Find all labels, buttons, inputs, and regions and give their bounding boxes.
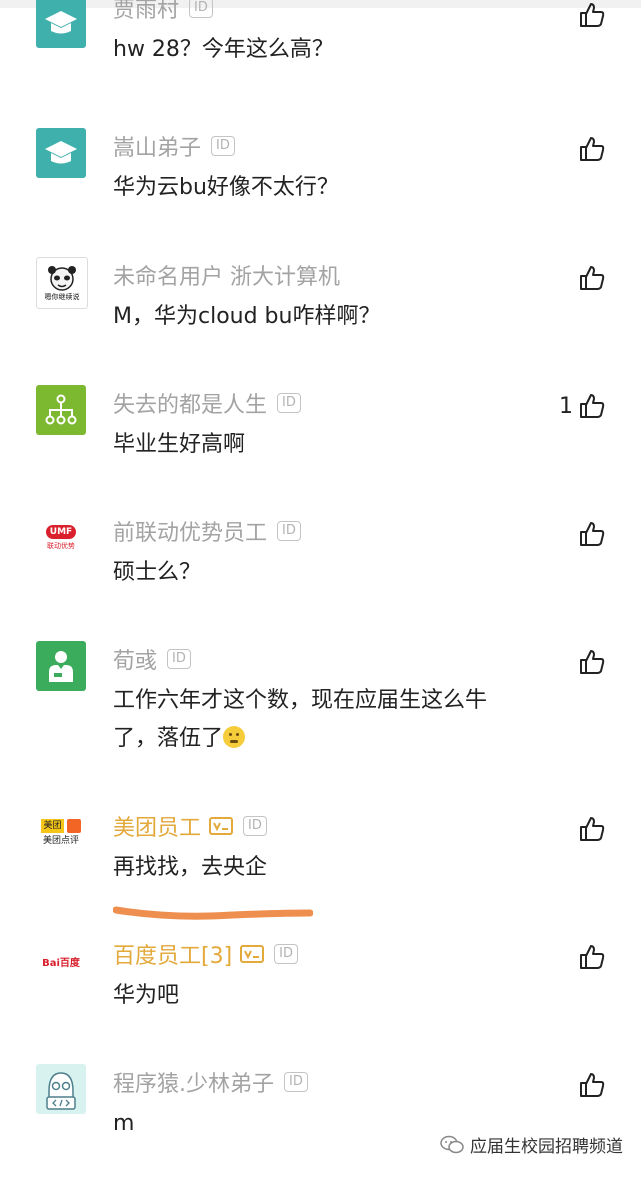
highlight-underline — [113, 906, 313, 920]
org-chart-icon — [45, 394, 77, 425]
crying-emoji-icon — [223, 726, 246, 748]
like-button[interactable] — [579, 649, 605, 675]
user-avatar[interactable] — [36, 0, 86, 48]
user-avatar[interactable]: 嗯你继续说 — [36, 257, 88, 309]
username[interactable]: 百度员工[3] — [113, 938, 232, 970]
id-badge: ID — [189, 0, 213, 18]
thumbs-up-icon — [580, 650, 605, 674]
username[interactable]: 前联动优势员工 — [113, 515, 267, 547]
like-button[interactable] — [579, 1072, 605, 1098]
comment-text: 华为云bu好像不太行？ — [113, 175, 339, 200]
like-button[interactable] — [579, 521, 605, 547]
id-badge: ID — [277, 393, 301, 413]
thumbs-up-icon — [580, 266, 605, 290]
comment-text-line: 了，落伍了 — [113, 726, 224, 751]
username[interactable]: 美团员工 — [113, 810, 201, 842]
username[interactable]: 未命名用户 浙大计算机 — [113, 259, 340, 291]
meituan-logo: 美团 — [41, 819, 64, 833]
user-avatar[interactable] — [36, 1064, 86, 1114]
thumbs-up-icon — [580, 3, 605, 27]
thumbs-up-icon — [580, 817, 605, 841]
comment-text-line: 工作六年才这个数，现在应届生这么牛 — [113, 688, 488, 713]
comment-text: 工作六年才这个数，现在应届生这么牛 了，落伍了 — [113, 682, 533, 758]
programmer-icon — [46, 1072, 76, 1110]
baidu-logo: Bai百度 — [42, 957, 80, 969]
graduation-cap-icon — [45, 11, 77, 34]
comment-item: 美团 美团点评 美团员工 ID 再找找，去央企 — [0, 808, 641, 936]
comment-text: hw 28？今年这么高？ — [113, 37, 334, 62]
staff-icon — [49, 651, 73, 682]
user-avatar[interactable]: 美团 美团点评 — [36, 808, 86, 858]
thumbs-up-icon — [580, 945, 605, 969]
watermark-text: 应届生校园招聘频道 — [470, 1137, 623, 1157]
user-avatar[interactable] — [36, 128, 86, 178]
user-avatar[interactable] — [36, 641, 86, 691]
verified-badge-icon — [240, 945, 265, 963]
like-button[interactable]: 1 — [559, 393, 605, 419]
id-badge: ID — [243, 816, 267, 836]
avatar-caption: 美团点评 — [42, 836, 79, 846]
id-badge: ID — [284, 1072, 308, 1092]
dianping-icon — [66, 819, 81, 833]
like-count: 1 — [559, 393, 573, 419]
id-badge: ID — [277, 521, 301, 541]
username[interactable]: 程序猿.少林弟子 — [113, 1066, 274, 1098]
thumbs-up-icon — [580, 394, 605, 418]
verified-badge-icon — [209, 817, 234, 835]
username[interactable]: 嵩山弟子 — [113, 130, 201, 162]
wechat-icon — [440, 1135, 464, 1153]
comment-text: 毕业生好高啊 — [113, 432, 246, 457]
username[interactable]: 荀彧 — [113, 643, 157, 675]
thumbs-up-icon — [580, 1073, 605, 1097]
username[interactable]: 贾雨村 — [113, 0, 179, 24]
id-badge: ID — [167, 649, 191, 669]
id-badge: ID — [274, 944, 299, 964]
like-button[interactable] — [579, 265, 605, 291]
user-avatar[interactable]: UMF 联动优势 — [36, 513, 86, 563]
comment-item: 嵩山弟子 ID 华为云bu好像不太行？ — [0, 128, 641, 256]
like-button[interactable] — [579, 136, 605, 162]
umf-logo: UMF — [45, 525, 77, 539]
comment-text: 硕士么？ — [113, 560, 202, 585]
comment-item: Bai百度 百度员工[3] ID 华为吧 — [0, 936, 641, 1064]
comment-text: M，华为cloud bu咋样啊？ — [113, 304, 381, 329]
like-button[interactable] — [579, 816, 605, 842]
comment-item: 嗯你继续说 未命名用户 浙大计算机 M，华为cloud bu咋样啊？ — [0, 257, 641, 385]
user-avatar[interactable]: Bai百度 — [36, 936, 86, 986]
comment-item: 贾雨村 ID hw 28？今年这么高？ — [0, 0, 641, 118]
comment-item: UMF 联动优势 前联动优势员工 ID 硕士么？ — [0, 513, 641, 641]
thumbs-up-icon — [580, 137, 605, 161]
like-button[interactable] — [579, 944, 605, 970]
comment-item: 荀彧 ID 工作六年才这个数，现在应届生这么牛 了，落伍了 — [0, 641, 641, 791]
comment-text: 华为吧 — [113, 983, 180, 1008]
comment-item: 失去的都是人生 ID 毕业生好高啊 1 — [0, 385, 641, 513]
thumbs-up-icon — [580, 522, 605, 546]
user-avatar[interactable] — [36, 385, 86, 435]
panda-meme-icon — [48, 265, 76, 291]
avatar-caption: 联动优势 — [47, 542, 75, 550]
avatar-caption: 嗯你继续说 — [44, 292, 80, 301]
graduation-cap-icon — [45, 141, 77, 164]
username[interactable]: 失去的都是人生 — [113, 387, 267, 419]
comment-text: 再找找，去央企 — [113, 855, 268, 880]
like-button[interactable] — [579, 2, 605, 28]
comment-item: 程序猿.少林弟子 ID m — [0, 1064, 641, 1192]
watermark: 应届生校园招聘频道 — [440, 1132, 623, 1157]
id-badge: ID — [211, 136, 235, 156]
